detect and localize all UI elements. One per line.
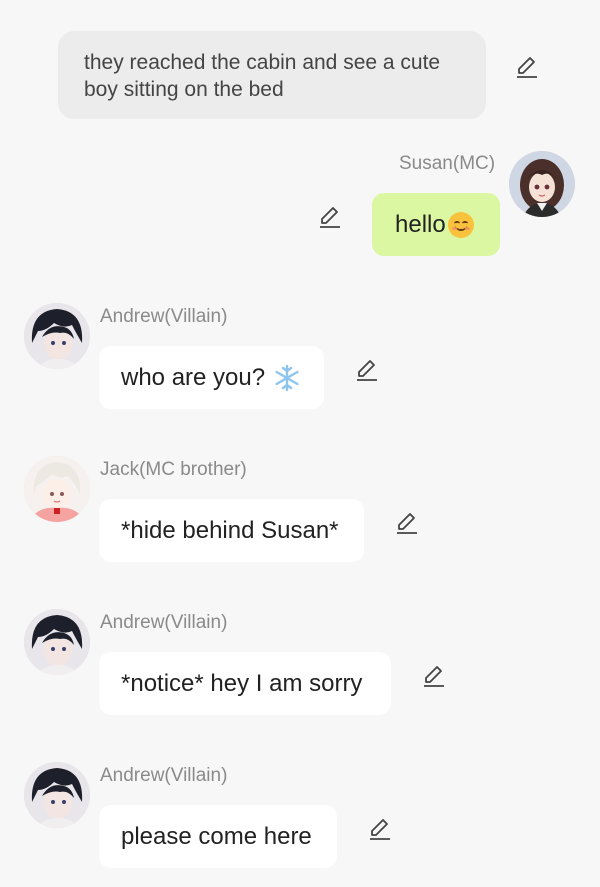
snowflake-emoji-icon	[275, 364, 299, 391]
edit-icon[interactable]	[421, 663, 447, 689]
avatar-andrew[interactable]	[24, 609, 90, 675]
edit-icon[interactable]	[394, 510, 420, 536]
speaker-name: Susan(MC)	[399, 153, 496, 174]
edit-icon[interactable]	[367, 816, 393, 842]
chat-screen: they reached the cabin and see a cute bo…	[0, 0, 600, 887]
avatar-jack[interactable]	[24, 456, 90, 522]
message-text: who are you?	[121, 363, 266, 391]
message-bubble[interactable]: *hide behind Susan*	[99, 499, 364, 562]
message-text: hello	[395, 210, 446, 238]
narration-bubble[interactable]: they reached the cabin and see a cute bo…	[58, 31, 486, 119]
avatar-andrew[interactable]	[24, 303, 90, 369]
speaker-name: Andrew(Villain)	[100, 612, 228, 633]
message-bubble[interactable]: hello	[372, 193, 500, 256]
message-bubble[interactable]: *notice* hey I am sorry	[99, 652, 391, 715]
edit-icon[interactable]	[514, 54, 540, 80]
speaker-name: Andrew(Villain)	[100, 306, 228, 327]
smiling-face-emoji-icon	[447, 211, 474, 238]
edit-icon[interactable]	[354, 357, 380, 383]
narration-text: they reached the cabin and see a cute bo…	[84, 51, 441, 101]
message-bubble[interactable]: who are you?	[99, 346, 324, 409]
speaker-name: Jack(MC brother)	[100, 459, 247, 480]
speaker-name: Andrew(Villain)	[100, 765, 228, 786]
message-text: please come here	[121, 822, 312, 850]
edit-icon[interactable]	[317, 204, 343, 230]
avatar-susan[interactable]	[509, 151, 575, 217]
message-bubble[interactable]: please come here	[99, 805, 337, 868]
message-text: *notice* hey I am sorry	[121, 669, 363, 697]
message-text: *hide behind Susan*	[121, 516, 339, 544]
avatar-andrew[interactable]	[24, 762, 90, 828]
